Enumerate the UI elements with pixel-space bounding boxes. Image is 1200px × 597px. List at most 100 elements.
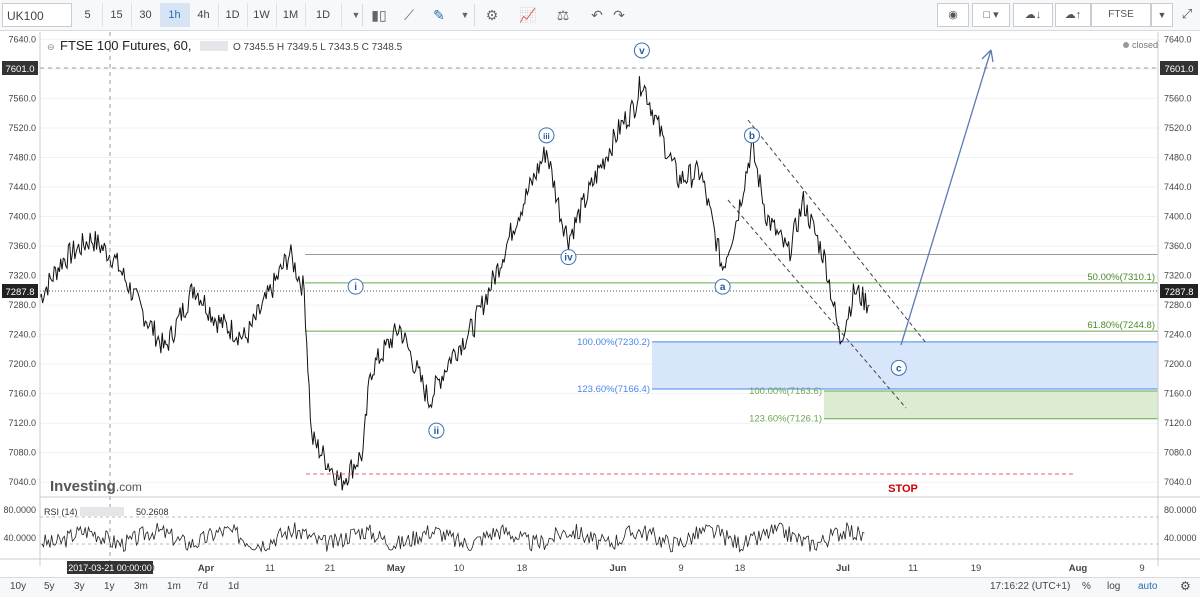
time-axis[interactable]: 0Apr1121May1018Jun918Jul1119Aug9 — [149, 563, 1144, 574]
y-tick-label: 7280.0 — [8, 300, 36, 310]
fib-zone-top-label: 100.00%(7163.6) — [749, 386, 822, 397]
y-tick-label: 7640.0 — [8, 34, 36, 44]
svg-text:Investing.com: Investing.com — [50, 478, 142, 495]
investing-logo: Investing.com — [50, 478, 142, 495]
y-tick-label: 7480.0 — [8, 152, 36, 162]
svg-text:40.0000: 40.0000 — [1164, 533, 1197, 543]
range-7d[interactable]: 7d — [197, 581, 208, 592]
percent-toggle[interactable]: % — [1082, 581, 1091, 592]
chart-area[interactable]: 100.00%(7230.2) 123.60%(7166.4) 100.00%(71… — [0, 31, 1200, 577]
y-tick-label: 7080.0 — [1164, 448, 1192, 458]
clock-time: 17:16:22 (UTC+1) — [990, 581, 1071, 592]
camera-icon[interactable]: ◉ — [937, 3, 969, 27]
rsi-series — [41, 522, 865, 553]
range-10y[interactable]: 10y — [10, 581, 26, 592]
cloud-download-icon[interactable]: ☁↓ — [1013, 3, 1053, 27]
range-1m[interactable]: 1m — [167, 581, 181, 592]
interval-1d[interactable]: 1D — [218, 3, 248, 27]
y-tick-label: 7080.0 — [8, 448, 36, 458]
y-tick-label: 7200.0 — [1164, 359, 1192, 369]
svg-text:7287.8: 7287.8 — [5, 287, 34, 298]
rsi-pane[interactable]: RSI (14) 50.2608 80.0000 40.0000 80.0000… — [3, 505, 1197, 553]
svg-text:7601.0: 7601.0 — [5, 64, 34, 75]
interval-30[interactable]: 30 — [131, 3, 161, 27]
bottom-bar: 10y 5y 3y 1y 3m 1m 7d 1d 17:16:22 (UTC+1… — [0, 577, 1200, 597]
wave-label: i — [354, 282, 357, 293]
y-tick-label: 7320.0 — [1164, 271, 1192, 281]
y-tick-label: 7160.0 — [1164, 389, 1192, 399]
interval-1m[interactable]: 1M — [276, 3, 306, 27]
candles-icon[interactable]: ▮▯ — [364, 3, 394, 27]
market-status: closed — [1132, 40, 1158, 50]
y-tick-label: 7480.0 — [1164, 152, 1192, 162]
interval-1w[interactable]: 1W — [247, 3, 277, 27]
compare-icon[interactable]: ⚖ — [548, 3, 578, 27]
x-tick-label: May — [387, 563, 406, 574]
crosshair-date-tag: 2017-03-21 00:00:00 — [67, 561, 153, 574]
y-tick-label: 7240.0 — [8, 330, 36, 340]
range-1d[interactable]: 1d — [228, 581, 239, 592]
x-tick-label: 11 — [908, 563, 918, 574]
y-tick-label: 7200.0 — [8, 359, 36, 369]
fib-zone-bottom-label: 123.60%(7166.4) — [577, 384, 650, 395]
wave-label: iv — [564, 253, 573, 264]
y-tick-label: 7320.0 — [8, 271, 36, 281]
y-tick-label: 7040.0 — [1164, 477, 1192, 487]
range-3y[interactable]: 3y — [74, 581, 85, 592]
svg-text:80.0000: 80.0000 — [1164, 505, 1197, 515]
ohlc-values: O 7345.5 H 7349.5 L 7343.5 C 7348.5 — [233, 42, 403, 53]
indicators-icon[interactable]: 📈 — [513, 3, 543, 27]
y-tick-label: 7240.0 — [1164, 330, 1192, 340]
interval-15[interactable]: 15 — [102, 3, 132, 27]
svg-text:50.2608: 50.2608 — [136, 507, 169, 517]
interval-4h[interactable]: 4h — [189, 3, 219, 27]
fullscreen-icon[interactable]: ⤢ — [1176, 3, 1198, 27]
x-tick-label: Jul — [836, 563, 850, 574]
interval-5[interactable]: 5 — [73, 3, 103, 27]
symbol-search[interactable]: UK100 — [2, 3, 72, 27]
stop-label: STOP — [888, 483, 918, 495]
x-tick-label: 18 — [735, 563, 746, 574]
svg-text:7287.8: 7287.8 — [1164, 287, 1193, 298]
svg-text:80.0000: 80.0000 — [3, 505, 36, 515]
x-tick-label: 19 — [971, 563, 982, 574]
layout-icon[interactable]: □ ▾ — [972, 3, 1010, 27]
y-tick-label: 7040.0 — [8, 477, 36, 487]
redo-icon[interactable]: ↷ — [604, 3, 634, 27]
interval-1h[interactable]: 1h — [160, 3, 190, 27]
fib-zone — [824, 391, 1158, 419]
auto-toggle[interactable]: auto — [1138, 581, 1157, 592]
y-tick-label: 7120.0 — [1164, 418, 1192, 428]
log-toggle[interactable]: log — [1107, 581, 1120, 592]
range-3m[interactable]: 3m — [134, 581, 148, 592]
legend-settings-icon — [200, 41, 228, 51]
svg-text:2017-03-21 00:00:00: 2017-03-21 00:00:00 — [68, 563, 152, 573]
svg-text:7601.0: 7601.0 — [1164, 64, 1193, 75]
y-tick-label: 7280.0 — [1164, 300, 1192, 310]
line-chart-icon[interactable]: ⟋ — [394, 3, 424, 27]
y-tick-label: 7520.0 — [8, 123, 36, 133]
collapse-icon: ⊖ — [47, 42, 55, 52]
x-tick-label: 11 — [265, 563, 275, 574]
cloud-upload-icon[interactable]: ☁↑ — [1055, 3, 1091, 27]
fib-level-label: 61.80%(7244.8) — [1087, 320, 1155, 331]
instrument-select[interactable]: FTSE Futures — [1091, 3, 1151, 42]
x-tick-label: Aug — [1069, 563, 1088, 574]
range-5y[interactable]: 5y — [44, 581, 55, 592]
wave-label: v — [639, 46, 645, 57]
interval-dropdown[interactable]: 1D — [305, 3, 342, 27]
toolbar: UK100 5 15 30 1h 4h 1D 1W 1M 1D ▼ ▮▯ ⟋ ✎… — [0, 0, 1200, 42]
chevron-down-icon[interactable]: ▼ — [1151, 3, 1173, 27]
gear-icon[interactable]: ⚙ — [1180, 579, 1191, 593]
y-tick-label: 7160.0 — [8, 389, 36, 399]
chevron-down-icon[interactable]: ▼ — [450, 3, 480, 27]
y-tick-label: 7560.0 — [1164, 93, 1192, 103]
wave-label: c — [896, 363, 902, 374]
svg-text:40.0000: 40.0000 — [3, 533, 36, 543]
y-tick-label: 7440.0 — [1164, 182, 1192, 192]
gear-icon[interactable]: ⚙ — [477, 3, 507, 27]
y-tick-label: 7520.0 — [1164, 123, 1192, 133]
x-tick-label: 9 — [1139, 563, 1144, 574]
y-tick-label: 7400.0 — [1164, 212, 1192, 222]
range-1y[interactable]: 1y — [104, 581, 115, 592]
